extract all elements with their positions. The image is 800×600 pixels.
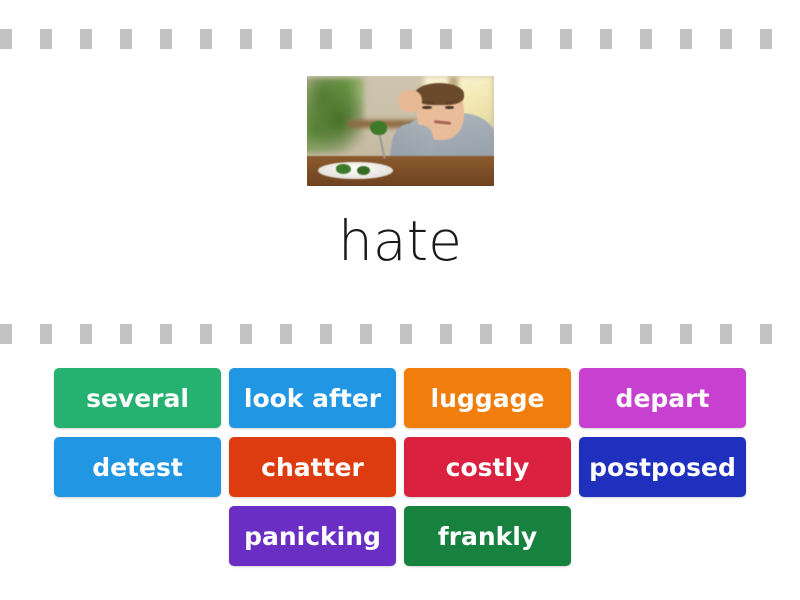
dash-mark [640, 324, 652, 344]
dash-mark [480, 324, 492, 344]
dash-mark [360, 29, 372, 49]
dash-mark [120, 29, 132, 49]
dash-mark [400, 29, 412, 49]
dash-mark [280, 29, 292, 49]
answer-tile-luggage[interactable]: luggage [404, 368, 571, 428]
dash-mark [120, 324, 132, 344]
answer-tile-depart[interactable]: depart [579, 368, 746, 428]
answer-tile-look-after[interactable]: look after [229, 368, 396, 428]
boy-disgusted-by-broccoli-photo [306, 76, 494, 186]
answer-tile-chatter[interactable]: chatter [229, 437, 396, 497]
dashed-separator-middle [0, 323, 800, 345]
answer-tile-detest[interactable]: detest [54, 437, 221, 497]
dash-mark [680, 29, 692, 49]
dash-mark [0, 29, 12, 49]
dash-mark [320, 29, 332, 49]
dash-mark [760, 29, 772, 49]
dash-mark [240, 324, 252, 344]
dash-mark [440, 324, 452, 344]
dash-mark [160, 29, 172, 49]
dash-mark [320, 324, 332, 344]
dash-mark [600, 29, 612, 49]
dash-mark [480, 29, 492, 49]
tile-row: panicking frankly [54, 506, 746, 566]
tile-row: detest chatter costly postposed [54, 437, 746, 497]
dash-mark [760, 324, 772, 344]
dash-mark [200, 324, 212, 344]
dash-mark [600, 324, 612, 344]
dash-mark [720, 29, 732, 49]
tile-row: several look after luggage depart [54, 368, 746, 428]
prompt-word: hate [338, 209, 462, 273]
dash-mark [640, 29, 652, 49]
dash-mark [520, 29, 532, 49]
dashed-separator-top [0, 28, 800, 50]
answer-tile-panicking[interactable]: panicking [229, 506, 396, 566]
dash-mark [560, 324, 572, 344]
dash-mark [560, 29, 572, 49]
answer-tile-several[interactable]: several [54, 368, 221, 428]
dash-mark [280, 324, 292, 344]
prompt-area: hate [0, 60, 800, 310]
dash-mark [80, 29, 92, 49]
answer-tile-frankly[interactable]: frankly [404, 506, 571, 566]
answer-tile-postposed[interactable]: postposed [579, 437, 746, 497]
dash-mark [400, 324, 412, 344]
dash-mark [680, 324, 692, 344]
answer-tile-costly[interactable]: costly [404, 437, 571, 497]
dash-mark [240, 29, 252, 49]
dash-mark [520, 324, 532, 344]
dash-mark [0, 324, 12, 344]
dash-mark [40, 29, 52, 49]
answer-tiles: several look after luggage depart detest… [54, 368, 746, 575]
dash-mark [80, 324, 92, 344]
dash-mark [360, 324, 372, 344]
dash-mark [440, 29, 452, 49]
dash-mark [720, 324, 732, 344]
dash-mark [160, 324, 172, 344]
dash-mark [40, 324, 52, 344]
dash-mark [200, 29, 212, 49]
